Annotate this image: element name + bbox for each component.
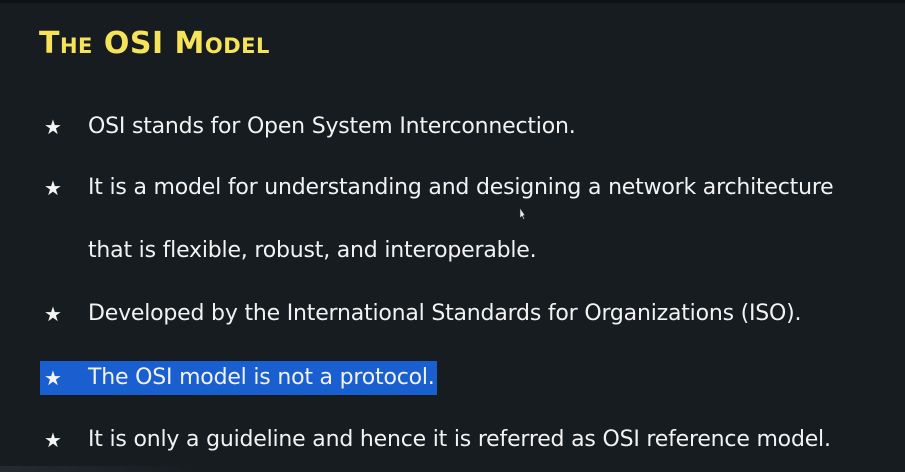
footer-smear [0, 466, 200, 472]
bullet-continuation: that is flexible, robust, and interopera… [88, 238, 537, 263]
bullet-item-4-selected[interactable]: ★ The OSI model is not a protocol. [40, 361, 437, 395]
star-icon: ★ [44, 366, 62, 390]
bullet-item-1: ★ OSI stands for Open System Interconnec… [44, 110, 576, 144]
star-icon: ★ [44, 428, 62, 452]
star-icon: ★ [44, 302, 62, 326]
star-icon: ★ [44, 176, 62, 200]
bullet-item-3: ★ Developed by the International Standar… [44, 297, 802, 331]
slide-title: The OSI Model [39, 26, 270, 61]
top-edge [0, 0, 905, 3]
bullet-item-5: ★ It is only a guideline and hence it is… [44, 423, 831, 457]
bullet-text: It is only a guideline and hence it is r… [88, 427, 831, 452]
mouse-pointer-icon [519, 208, 525, 220]
bullet-item-2: ★ It is a model for understanding and de… [44, 171, 834, 205]
presentation-slide: The OSI Model ★ OSI stands for Open Syst… [0, 0, 905, 472]
bullet-text[interactable]: The OSI model is not a protocol. [88, 361, 435, 395]
star-icon: ★ [44, 115, 62, 139]
bullet-text: It is a model for understanding and desi… [88, 175, 834, 200]
bullet-text: Developed by the International Standards… [88, 301, 802, 326]
bullet-text: OSI stands for Open System Interconnecti… [88, 114, 576, 139]
